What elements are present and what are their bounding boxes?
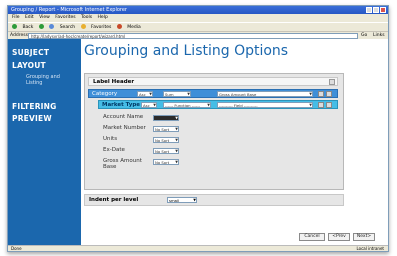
window-title: Grouping / Report - Microsoft Internet E… [11,7,127,13]
prev-button[interactable]: <Prev [328,233,350,241]
field-label: Gross Amount Base [103,158,142,170]
back-button[interactable]: Back [22,25,33,30]
sidebar-subitem-grouping[interactable]: Grouping and Listing [26,74,76,86]
media-button[interactable]: Media [127,25,141,30]
group-row-category: Category Asc Sum Gross Amount Base [88,89,338,98]
delete-icon[interactable] [326,102,332,108]
delete-icon[interactable] [326,91,332,97]
menu-tools[interactable]: Tools [81,15,92,20]
panel-header-label: Label Header [93,79,135,85]
indent-panel: Indent per level small [84,194,344,206]
group-row-label: Market Type [102,102,141,108]
indent-select[interactable]: small [167,197,197,203]
window-controls [366,7,386,13]
field-sort-select[interactable]: No Sort [153,159,179,165]
menu-favorites[interactable]: Favorites [55,15,75,20]
status-text: Done [11,246,22,251]
close-icon[interactable] [329,79,335,85]
wizard-sidebar: SUBJECT LAYOUT Grouping and Listing FILT… [8,39,81,245]
media-icon [116,24,122,29]
close-icon[interactable] [380,7,386,13]
zone-text: Local intranet [356,246,384,251]
maximize-icon[interactable] [373,7,379,13]
field-select[interactable]: ---------- Field ---------- [217,102,313,108]
back-icon[interactable] [12,24,17,29]
menu-help[interactable]: Help [98,15,108,20]
menu-view[interactable]: View [39,15,50,20]
sort-order-select[interactable]: Asc [141,102,157,108]
group-row-market-type: Market Type Asc ------ Function ------ -… [98,100,338,109]
indent-label: Indent per level [89,197,139,203]
panel-header: Label Header [88,77,338,86]
search-icon [49,24,55,29]
field-sort-select[interactable]: No Sort [153,126,179,132]
field-select[interactable]: Gross Amount Base [217,91,313,97]
field-label: Ex-Date [103,147,125,153]
menu-bar: File Edit View Favorites Tools Help [8,14,388,22]
main-area: Grouping and Listing Options Label Heade… [81,39,388,245]
sidebar-item-subject[interactable]: SUBJECT [12,48,49,57]
next-button[interactable]: Next> [353,233,375,241]
sidebar-item-layout[interactable]: LAYOUT [12,61,46,70]
page-title: Grouping and Listing Options [84,43,289,59]
browser-window: Grouping / Report - Microsoft Internet E… [7,5,389,252]
sort-order-select[interactable]: Asc [137,91,153,97]
search-button[interactable]: Search [60,25,75,30]
field-sort-select[interactable] [153,115,179,121]
status-bar: Done Local intranet [8,245,388,251]
title-bar: Grouping / Report - Microsoft Internet E… [8,6,388,14]
move-up-icon[interactable] [318,102,324,108]
menu-edit[interactable]: Edit [25,15,34,20]
minimize-icon[interactable] [366,7,372,13]
group-row-label: Category [92,91,118,97]
field-sort-select[interactable]: No Sort [153,148,179,154]
move-up-icon[interactable] [318,91,324,97]
sidebar-item-preview[interactable]: PREVIEW [12,114,52,123]
field-sort-select[interactable]: No Sort [153,137,179,143]
field-label: Market Number [103,125,146,131]
menu-file[interactable]: File [12,15,20,20]
field-label: Account Name [103,114,144,120]
favorites-button[interactable]: Favorites [91,25,111,30]
forward-icon[interactable] [38,24,44,29]
grouping-panel: Label Header Category Asc Sum Gross Amou… [84,73,344,190]
cancel-button[interactable]: Cancel [299,233,325,241]
function-select[interactable]: ------ Function ------ [163,102,211,108]
field-label: Units [103,136,118,142]
favorites-icon [80,24,86,29]
sidebar-item-filtering[interactable]: FILTERING [12,102,57,111]
page-content: SUBJECT LAYOUT Grouping and Listing FILT… [8,39,388,245]
function-select[interactable]: Sum [163,91,191,97]
